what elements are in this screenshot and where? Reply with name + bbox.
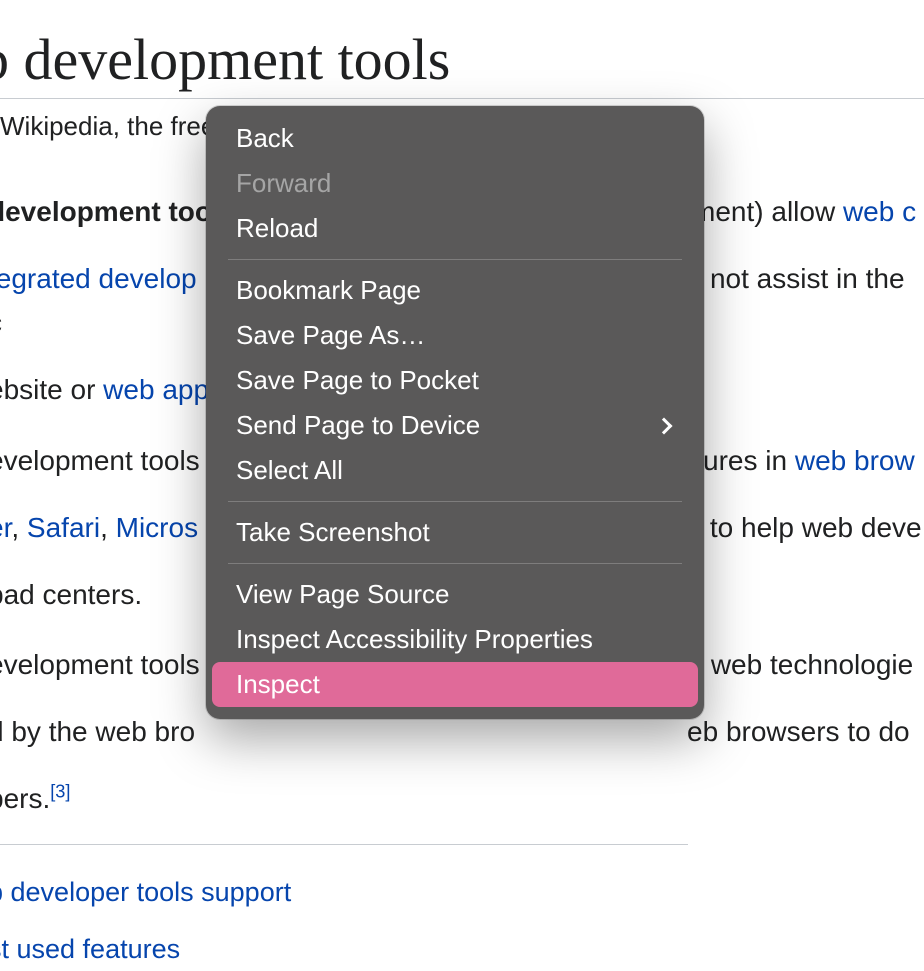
link-safari[interactable]: Safari (27, 512, 100, 543)
menu-label: Inspect (236, 669, 320, 700)
menu-label: Inspect Accessibility Properties (236, 624, 593, 655)
toc-link-used-features[interactable]: st used features (0, 928, 924, 971)
menu-label: Save Page to Pocket (236, 365, 479, 396)
menu-item-save-page-as[interactable]: Save Page As… (212, 313, 698, 358)
text: eb browsers to do (687, 716, 910, 747)
page-title: b development tools (0, 28, 924, 99)
menu-item-view-page-source[interactable]: View Page Source (212, 572, 698, 617)
menu-label: Bookmark Page (236, 275, 421, 306)
link-microsoft[interactable]: Micros (116, 512, 198, 543)
menu-item-forward: Forward (212, 161, 698, 206)
menu-item-back[interactable]: Back (212, 116, 698, 161)
chevron-right-icon (656, 417, 673, 434)
text: evelopment tools (0, 445, 200, 476)
text: s to help web deve (688, 512, 922, 543)
text: d by the web bro (0, 716, 195, 747)
menu-item-save-to-pocket[interactable]: Save Page to Pocket (212, 358, 698, 403)
menu-label: Reload (236, 213, 318, 244)
menu-item-inspect[interactable]: Inspect (212, 662, 698, 707)
reference-link[interactable]: [3] (50, 782, 70, 802)
link-web-c[interactable]: web c (843, 196, 916, 227)
menu-item-reload[interactable]: Reload (212, 206, 698, 251)
paragraph: pers.[3] (0, 777, 924, 822)
text: ment) allow (692, 196, 843, 227)
menu-item-select-all[interactable]: Select All (212, 448, 698, 493)
text: ebsite or (0, 374, 103, 405)
link-er[interactable]: er (0, 512, 11, 543)
menu-label: Save Page As… (236, 320, 425, 351)
menu-separator (228, 563, 682, 564)
link-integrated-develop[interactable]: tegrated develop (0, 263, 197, 294)
menu-separator (228, 501, 682, 502)
link-web-app[interactable]: web app (103, 374, 209, 405)
text: , (11, 512, 27, 543)
text: pad centers. (0, 579, 142, 610)
text: of web technologie (680, 649, 914, 680)
text: , (100, 512, 116, 543)
menu-label: Take Screenshot (236, 517, 430, 548)
menu-label: Send Page to Device (236, 410, 480, 441)
menu-item-bookmark-page[interactable]: Bookmark Page (212, 268, 698, 313)
menu-item-take-screenshot[interactable]: Take Screenshot (212, 510, 698, 555)
context-menu: Back Forward Reload Bookmark Page Save P… (206, 106, 704, 719)
menu-label: View Page Source (236, 579, 449, 610)
menu-item-inspect-accessibility[interactable]: Inspect Accessibility Properties (212, 617, 698, 662)
menu-label: Select All (236, 455, 343, 486)
menu-label: Back (236, 123, 294, 154)
menu-item-send-to-device[interactable]: Send Page to Device (212, 403, 698, 448)
section-separator (0, 844, 688, 845)
toc-link-dev-tools-support[interactable]: b developer tools support (0, 871, 924, 914)
text: pers. (0, 783, 50, 814)
bold-text: development too (0, 196, 212, 227)
menu-label: Forward (236, 168, 331, 199)
menu-separator (228, 259, 682, 260)
text: evelopment tools (0, 649, 200, 680)
link-web-browser[interactable]: web brow (795, 445, 915, 476)
